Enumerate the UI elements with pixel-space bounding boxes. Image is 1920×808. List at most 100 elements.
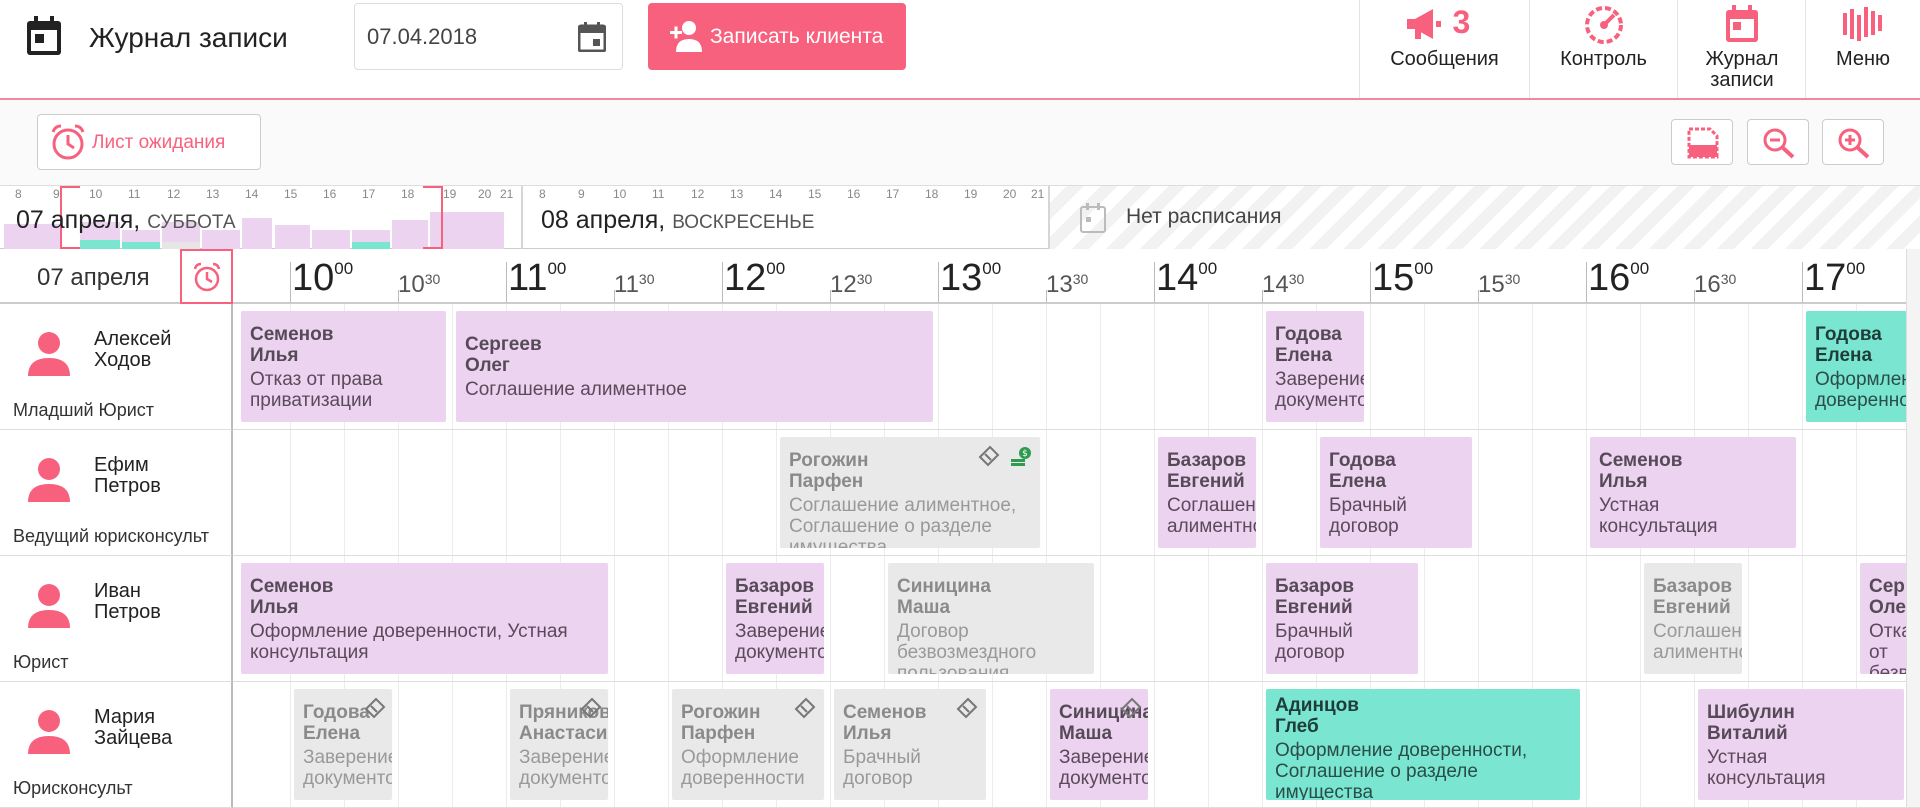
ticket-icon [978, 445, 1000, 467]
page-title: Журнал записи [89, 22, 288, 53]
schedule-row[interactable]: Годова ЕленаЗаверение документов Прянико… [233, 682, 1920, 808]
employee-name: Иван Петров [94, 580, 161, 623]
appointment-card[interactable]: Синицина Маша Договор безвозмездного поль… [888, 563, 1094, 674]
calendar-icon [27, 16, 61, 55]
appointment-card[interactable]: Шибулин Виталий Устная консультация [1698, 689, 1904, 800]
appointment-card[interactable]: Семенов Илья Устная консультация [1590, 437, 1796, 548]
schedule-row[interactable]: $ Рогожин Парфен Соглашение алиментное, С… [233, 430, 1920, 556]
appointment-card[interactable]: Годова Елена Брачный договор [1320, 437, 1472, 548]
add-client-button[interactable]: Записать клиента [648, 3, 906, 70]
menu-bars-icon [1843, 7, 1882, 41]
zoom-out-icon [1763, 128, 1795, 159]
zoom-in-button[interactable] [1822, 119, 1884, 165]
appointment-card[interactable]: Базаров Евгений Брачный договор [1266, 563, 1418, 674]
hour-label: 1200 [724, 257, 786, 299]
nav-journal-label: Журнал записи [1705, 48, 1779, 91]
employee-name: Алексей Ходов [94, 328, 172, 371]
export-button[interactable] [1671, 119, 1733, 165]
waitlist-button[interactable]: Лист ожидания [37, 114, 261, 170]
no-schedule-label: Нет расписания [1126, 205, 1282, 228]
top-bar: Журнал записи 07.04.2018 Записать клиент… [0, 0, 1920, 100]
megaphone-icon: 3 [1405, 4, 1485, 44]
appointment-card[interactable]: Адинцов Глеб Оформление доверенности, Сог… [1266, 689, 1580, 800]
calendar-icon[interactable] [578, 22, 606, 52]
appointment-card[interactable]: Пряникова АнастасияЗаверение документов [510, 689, 608, 800]
employee-name: Мария Зайцева [94, 706, 173, 749]
schedule-row[interactable]: Семенов Илья Отказ от права приватизации … [233, 304, 1920, 430]
appointment-card[interactable]: Семенов Илья Отказ от права приватизации [241, 311, 446, 422]
date-picker[interactable]: 07.04.2018 [354, 3, 623, 70]
hour-label: 1300 [940, 257, 1002, 299]
employee-role: Юрист [13, 652, 69, 672]
nav-control[interactable]: Контроль [1529, 0, 1677, 98]
ticket-icon [1120, 697, 1142, 719]
waitlist-label: Лист ожидания [92, 132, 226, 153]
add-client-label: Записать клиента [710, 25, 884, 48]
employee-role: Ведущий юрисконсульт [13, 526, 209, 546]
hour-label: 1400 [1156, 257, 1218, 299]
hour-label: 1000 [292, 257, 354, 299]
alarm-clock-icon [51, 124, 85, 160]
employee-row-header[interactable]: Ефим Петров Ведущий юрисконсульт [0, 430, 233, 556]
nav-menu[interactable]: Меню [1805, 0, 1920, 98]
hour-label: 1700 [1804, 257, 1866, 299]
time-header: 1000 1030 1100 1130 1200 1230 1300 1330 … [233, 249, 1920, 304]
ticket-icon [956, 697, 978, 719]
half-hour-label: 1330 [1046, 271, 1089, 298]
day-card-saturday[interactable]: 89 10 11 12 13 14 15 16 17 18 19 20 21 0… [0, 186, 523, 249]
schedule-grid: 07 апреля 1000 1030 1100 1130 1200 1230 … [0, 249, 1920, 808]
appointment-card[interactable]: Сергеев Олег Соглашение алиментное [456, 311, 933, 422]
appointment-card[interactable]: Рогожин Парфен Оформление доверенности [672, 689, 824, 800]
appointment-card[interactable]: $ Рогожин Парфен Соглашение алиментное, С… [780, 437, 1040, 548]
appointment-card[interactable]: Базаров ЕвгенийСоглашение алиментное [1158, 437, 1256, 548]
zoom-out-button[interactable] [1747, 119, 1809, 165]
appointment-card[interactable]: Годова ЕленаЗаверение документов [1266, 311, 1364, 422]
appointment-card[interactable]: Годова ЕленаЗаверение документов [294, 689, 392, 800]
ticket-icon [580, 697, 602, 719]
appointment-card[interactable]: Семенов Илья Брачный договор [834, 689, 986, 800]
secondary-toolbar: Лист ожидания [0, 100, 1920, 186]
nav-menu-label: Меню [1835, 48, 1891, 70]
half-hour-label: 1630 [1694, 271, 1737, 298]
document-icon [1687, 127, 1719, 159]
day-card-sunday[interactable]: 89 10 11 12 13 14 15 16 17 18 19 20 21 08 апре… [523, 186, 1050, 249]
add-user-icon [670, 21, 702, 52]
messages-badge: 3 [1452, 4, 1471, 40]
no-schedule-area: Нет расписания [1050, 186, 1920, 249]
half-hour-label: 1130 [614, 271, 655, 298]
waitlist-toggle[interactable] [180, 249, 233, 304]
employee-row-header[interactable]: Иван Петров Юрист [0, 556, 233, 682]
hour-label: 1500 [1372, 257, 1434, 299]
appointment-card[interactable]: Семенов Илья Оформление доверенности, Уст… [241, 563, 608, 674]
person-icon [28, 710, 70, 754]
nav-messages[interactable]: 3 Сообщения [1359, 0, 1529, 98]
appointment-card[interactable]: Синицина МашаЗаверение документов [1050, 689, 1148, 800]
hour-label: 1600 [1588, 257, 1650, 299]
schedule-row[interactable]: Семенов Илья Оформление доверенности, Уст… [233, 556, 1920, 682]
nav-messages-label: Сообщения [1390, 48, 1499, 70]
day-strip: 89 10 11 12 13 14 15 16 17 18 19 20 21 0… [0, 186, 1920, 249]
person-icon [28, 458, 70, 502]
employee-name: Ефим Петров [94, 454, 161, 497]
appointment-card[interactable]: Годова ЕленаОформление доверенности [1806, 311, 1920, 422]
vertical-scrollbar[interactable] [1906, 249, 1920, 807]
appointment-card[interactable]: Базаров ЕвгенийСоглашение алиментное [1644, 563, 1742, 674]
date-value: 07.04.2018 [367, 24, 478, 49]
alarm-clock-icon [193, 262, 221, 292]
nav-journal[interactable]: Журнал записи [1677, 0, 1805, 98]
grid-corner: 07 апреля [0, 249, 233, 304]
day-label: 08 апреля, ВОСКРЕСЕНЬЕ [541, 206, 815, 234]
ticket-icon [364, 697, 386, 719]
person-icon [28, 584, 70, 628]
nav-control-label: Контроль [1560, 48, 1647, 70]
day-hours: 89 10 11 12 13 14 15 16 17 18 19 20 21 [539, 187, 1045, 201]
calendar-icon [1725, 5, 1758, 42]
employee-row-header[interactable]: Мария Зайцева Юрисконсульт [0, 682, 233, 808]
employee-role: Младший Юрист [13, 400, 155, 420]
employee-row-header[interactable]: Алексей Ходов Младший Юрист [0, 304, 233, 430]
appointment-card[interactable]: Базаров ЕвгенийЗаверение документов [726, 563, 824, 674]
ticket-icon [794, 697, 816, 719]
zoom-in-icon [1838, 128, 1870, 159]
half-hour-label: 1530 [1478, 271, 1521, 298]
person-icon [28, 332, 70, 376]
